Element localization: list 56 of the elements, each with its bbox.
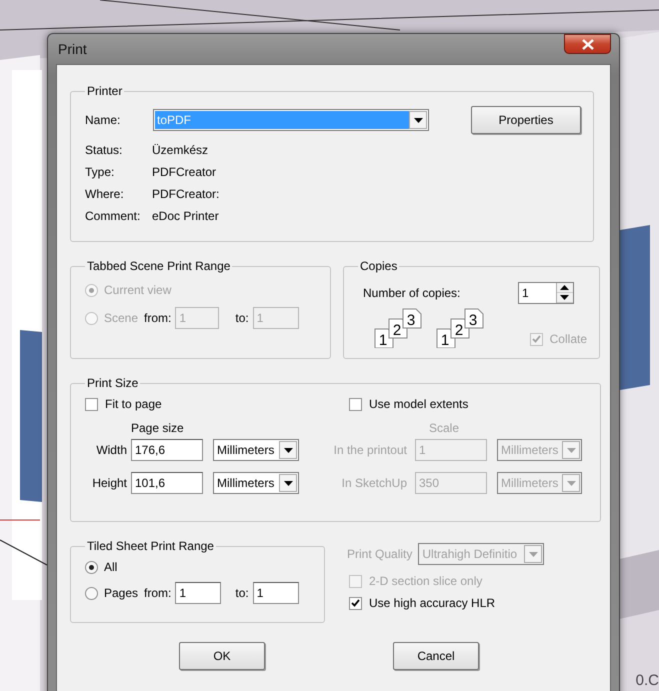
unit-dropdown[interactable]: Millimeters bbox=[213, 472, 299, 494]
to-field[interactable]: 1 bbox=[252, 582, 299, 604]
radio-label: Scene bbox=[104, 311, 138, 325]
section-heading: Scale bbox=[428, 421, 459, 435]
ok-button[interactable]: OK bbox=[179, 642, 265, 670]
radio-button[interactable] bbox=[85, 560, 98, 574]
info-label: Where: bbox=[85, 187, 125, 201]
info-label: Comment: bbox=[85, 209, 142, 223]
size-field[interactable]: 101,6 bbox=[131, 472, 203, 494]
checkbox-label: Fit to page bbox=[105, 397, 162, 411]
from-field[interactable]: 1 bbox=[175, 582, 222, 604]
checkbox[interactable] bbox=[85, 398, 98, 410]
field-label: Name: bbox=[85, 113, 122, 127]
unit-dropdown[interactable]: Millimeters bbox=[213, 439, 299, 461]
field-label: Height bbox=[91, 476, 128, 490]
radio-label: Pages bbox=[104, 586, 138, 600]
cancel-button[interactable]: Cancel bbox=[393, 642, 479, 670]
collate-pages-drawing: 1 2 3 bbox=[436, 308, 490, 348]
group-title: Tiled Sheet Print Range bbox=[86, 539, 215, 553]
viewport-label: 0.C bbox=[636, 672, 659, 689]
window-title: Print bbox=[57, 41, 87, 57]
size-field[interactable]: 176,6 bbox=[131, 439, 203, 461]
checkbox-label: Use high accuracy HLR bbox=[369, 596, 496, 610]
field-label: from: bbox=[144, 586, 172, 600]
field-label: from: bbox=[144, 311, 172, 325]
group-title: Print Size bbox=[86, 376, 140, 390]
field-label: In SketchUp bbox=[340, 476, 408, 490]
info-label: Status: bbox=[85, 143, 124, 157]
radio-button[interactable] bbox=[85, 586, 98, 600]
properties-button[interactable]: Properties bbox=[471, 106, 581, 134]
field-label: In the printout bbox=[332, 443, 408, 457]
copies-spinner[interactable]: 1 bbox=[518, 282, 574, 304]
close-icon bbox=[582, 38, 594, 50]
field-label: Number of copies: bbox=[362, 286, 462, 300]
checkbox[interactable] bbox=[349, 596, 362, 610]
radio-label: Current view bbox=[104, 283, 172, 297]
section-heading: Page size bbox=[130, 421, 185, 435]
checkbox[interactable] bbox=[349, 398, 362, 410]
field-label: Print Quality bbox=[347, 547, 412, 561]
info-value: PDFCreator: bbox=[152, 187, 220, 201]
field-label: to: bbox=[235, 311, 249, 325]
field-label: to: bbox=[235, 586, 249, 600]
info-label: Type: bbox=[85, 165, 116, 179]
group-title: Tabbed Scene Print Range bbox=[86, 259, 232, 273]
checkbox-label: 2-D section slice only bbox=[369, 574, 482, 588]
radio-label: All bbox=[104, 560, 118, 574]
info-value: PDFCreator bbox=[152, 165, 216, 179]
collate-pages-drawing: 1 2 3 bbox=[374, 308, 428, 348]
close-button[interactable] bbox=[564, 34, 611, 54]
group-title: Printer bbox=[86, 84, 124, 98]
checkbox-label: Collate bbox=[550, 332, 587, 346]
info-value: eDoc Printer bbox=[152, 209, 219, 223]
group-title: Copies bbox=[358, 259, 398, 273]
info-value: Üzemkész bbox=[152, 143, 208, 157]
field-label: Width bbox=[95, 443, 128, 457]
checkbox-label: Use model extents bbox=[369, 397, 468, 411]
